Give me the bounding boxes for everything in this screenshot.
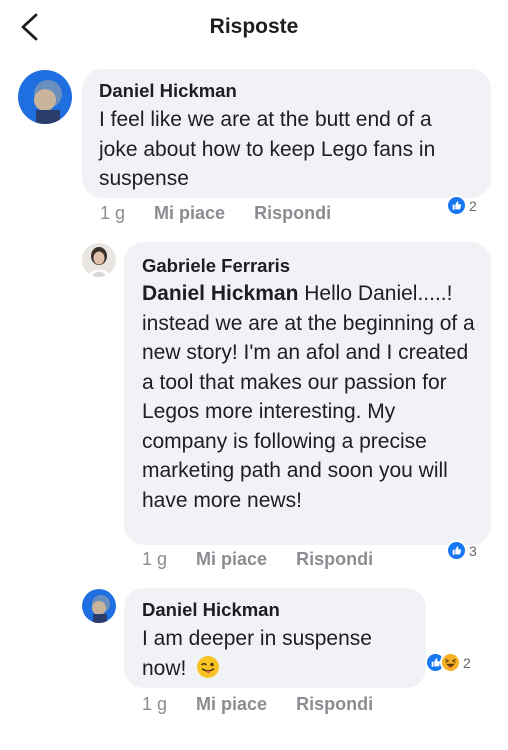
comment-bubble: Daniel Hickman I feel like we are at the… (82, 69, 491, 198)
comment-text: Daniel Hickman Hello Daniel.....! instea… (142, 279, 475, 515)
like-icon (446, 540, 467, 561)
comment-actions: 1 g Mi piace Rispondi (142, 694, 397, 715)
reaction-count: 2 (469, 197, 477, 214)
reaction-summary[interactable]: 3 (446, 540, 477, 561)
comment-author[interactable]: Daniel Hickman (99, 80, 475, 102)
page-title: Risposte (209, 15, 299, 38)
mention-link[interactable]: Daniel Hickman (142, 282, 298, 305)
like-button[interactable]: Mi piace (196, 549, 267, 569)
like-icon (446, 195, 467, 216)
haha-icon (440, 652, 461, 673)
comment-body: Hello Daniel.....! instead we are at the… (142, 282, 475, 512)
comment-text: I feel like we are at the butt end of a … (99, 108, 436, 190)
reaction-summary[interactable]: 2 (446, 195, 477, 216)
reaction-count: 3 (469, 542, 477, 559)
like-button[interactable]: Mi piace (196, 694, 267, 714)
avatar[interactable] (18, 70, 72, 124)
reply-button[interactable]: Rispondi (296, 694, 373, 714)
comment-actions: 1 g Mi piace Rispondi (100, 203, 355, 224)
comment-actions: 1 g Mi piace Rispondi (142, 549, 397, 570)
avatar[interactable] (82, 589, 116, 623)
comment-bubble: Daniel Hickman I am deeper in suspense n… (124, 588, 426, 688)
reply-button[interactable]: Rispondi (296, 549, 373, 569)
comment-body: I am deeper in suspense now! (142, 627, 372, 680)
winking-tongue-emoji (196, 655, 220, 679)
comment-time: 1 g (142, 694, 168, 714)
like-button[interactable]: Mi piace (154, 203, 225, 223)
reply-button[interactable]: Rispondi (254, 203, 331, 223)
avatar[interactable] (82, 243, 116, 277)
comment-time: 1 g (100, 203, 126, 223)
comment-text: I am deeper in suspense now! (142, 624, 402, 683)
comment-author[interactable]: Gabriele Ferraris (142, 255, 475, 277)
comment-bubble: Gabriele Ferraris Daniel Hickman Hello D… (124, 242, 491, 545)
top-bar: Risposte (0, 0, 508, 56)
reaction-summary[interactable]: 2 (425, 652, 471, 673)
comment-time: 1 g (142, 549, 168, 569)
comment-author[interactable]: Daniel Hickman (142, 599, 410, 621)
reaction-count: 2 (463, 654, 471, 671)
